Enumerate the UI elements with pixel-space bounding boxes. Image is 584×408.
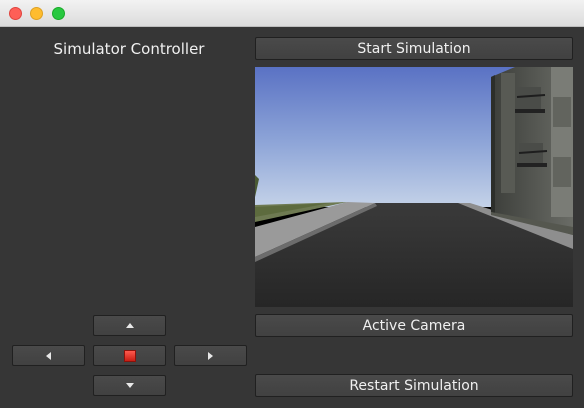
triangle-left-icon <box>46 351 51 360</box>
restart-simulation-button[interactable]: Restart Simulation <box>255 374 573 397</box>
camera-view <box>255 67 573 307</box>
minimize-window-button[interactable] <box>30 7 43 20</box>
triangle-right-icon <box>208 351 213 360</box>
move-forward-button[interactable] <box>93 315 166 336</box>
move-backward-button[interactable] <box>93 375 166 396</box>
title-bar <box>0 0 584 27</box>
controller-title: Simulator Controller <box>53 40 205 58</box>
turn-left-button[interactable] <box>12 345 85 366</box>
triangle-up-icon <box>125 323 134 328</box>
stop-icon <box>123 349 136 362</box>
stop-button[interactable] <box>93 345 166 366</box>
start-simulation-button[interactable]: Start Simulation <box>255 37 573 60</box>
close-window-button[interactable] <box>9 7 22 20</box>
triangle-down-icon <box>125 383 134 388</box>
active-camera-button[interactable]: Active Camera <box>255 314 573 337</box>
app-window: Simulator Controller Start Simulation Ac… <box>0 0 584 408</box>
turn-right-button[interactable] <box>174 345 247 366</box>
camera-scene <box>255 67 573 307</box>
maximize-window-button[interactable] <box>52 7 65 20</box>
